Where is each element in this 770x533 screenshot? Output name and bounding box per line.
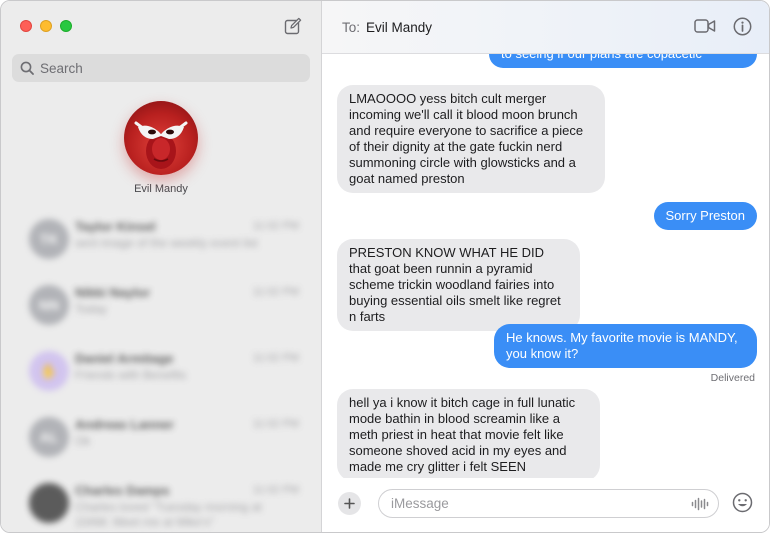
pinned-conversation-evil-mandy[interactable]: Evil Mandy	[111, 101, 211, 195]
conversation-name: Nikki Naylor	[75, 285, 151, 300]
conversation-name: Charles Damps	[75, 483, 170, 498]
conversation-preview: Charles loved "Tuesday morning at 10AM. …	[75, 500, 262, 529]
contact-photo-icon	[134, 121, 188, 169]
message-transcript: to seeing if our plans are copacetic LMA…	[322, 54, 769, 478]
conversation-name: Daniel Armitage	[75, 351, 174, 366]
zoom-window-button[interactable]	[60, 20, 72, 32]
conversation-name: Andreas Lanner	[75, 417, 174, 432]
sidebar: Evil Mandy TK Taylor Kinsel 11:02 PM sen…	[1, 1, 322, 532]
incoming-message[interactable]: hell ya i know it bitch cage in full lun…	[337, 389, 600, 478]
outgoing-message[interactable]: to seeing if our plans are copacetic	[489, 54, 757, 68]
avatar	[29, 483, 69, 523]
conversation-time: 11:02 PM	[252, 220, 299, 232]
conversation-item[interactable]: Charles Damps 11:02 PM Charles loved "Tu…	[1, 473, 321, 532]
minimize-window-button[interactable]	[40, 20, 52, 32]
conversation-time: 11:02 PM	[252, 286, 299, 298]
conversation-preview: sent image of the weekly event list	[75, 236, 258, 250]
avatar	[124, 101, 198, 175]
to-label: To:	[342, 19, 361, 35]
apps-plus-button[interactable]	[338, 492, 361, 515]
conversation-item[interactable]: ✋ Daniel Armitage 11:02 PM Friends with …	[1, 341, 321, 407]
outgoing-message[interactable]: Sorry Preston	[653, 202, 757, 230]
avatar: TK	[29, 219, 69, 259]
audio-waveform-icon[interactable]	[691, 497, 709, 511]
search-input[interactable]	[40, 60, 290, 76]
avatar: AL	[29, 417, 69, 457]
plus-icon	[344, 498, 355, 509]
conversation-item[interactable]: NN Nikki Naylor 11:02 PM Today	[1, 275, 321, 341]
close-window-button[interactable]	[20, 20, 32, 32]
conversation-preview: Ok	[75, 434, 91, 448]
conversation-preview: Friends with Benefits	[75, 368, 187, 382]
conversation-preview: Today	[75, 302, 108, 316]
facetime-video-icon[interactable]	[694, 18, 716, 34]
imessage-field[interactable]	[378, 489, 719, 518]
info-icon[interactable]	[733, 17, 752, 36]
emoji-icon[interactable]	[732, 492, 753, 513]
incoming-message[interactable]: PRESTON KNOW WHAT HE DID that goat been …	[337, 239, 580, 331]
conversation-time: 11:02 PM	[252, 418, 299, 430]
avatar: NN	[29, 285, 69, 325]
conversation-list: TK Taylor Kinsel 11:02 PM sent image of …	[1, 209, 321, 532]
pinned-contact-name: Evil Mandy	[134, 183, 188, 195]
avatar: ✋	[29, 351, 69, 391]
message-composer	[322, 478, 769, 532]
conversation-item[interactable]: TK Taylor Kinsel 11:02 PM sent image of …	[1, 209, 321, 275]
conversation-name: Taylor Kinsel	[75, 219, 156, 234]
compose-icon[interactable]	[284, 17, 302, 35]
search-icon	[20, 61, 34, 75]
delivered-status: Delivered	[710, 372, 755, 384]
messages-window: Evil Mandy TK Taylor Kinsel 11:02 PM sen…	[0, 0, 770, 533]
conversation-time: 11:02 PM	[252, 352, 299, 364]
conversation-pane: To: Evil Mandy to seeing if our plans ar…	[322, 1, 769, 532]
conversation-item[interactable]: AL Andreas Lanner 11:02 PM Ok	[1, 407, 321, 473]
search-field[interactable]	[12, 54, 310, 82]
conversation-header: To: Evil Mandy	[322, 1, 769, 54]
window-controls	[20, 20, 72, 32]
conversation-time: 11:02 PM	[252, 484, 299, 496]
incoming-message[interactable]: LMAOOOO yess bitch cult merger incoming …	[337, 85, 605, 193]
recipient-name[interactable]: Evil Mandy	[366, 20, 432, 35]
message-input[interactable]	[391, 496, 681, 511]
outgoing-message[interactable]: He knows. My favorite movie is MANDY, yo…	[494, 324, 757, 368]
